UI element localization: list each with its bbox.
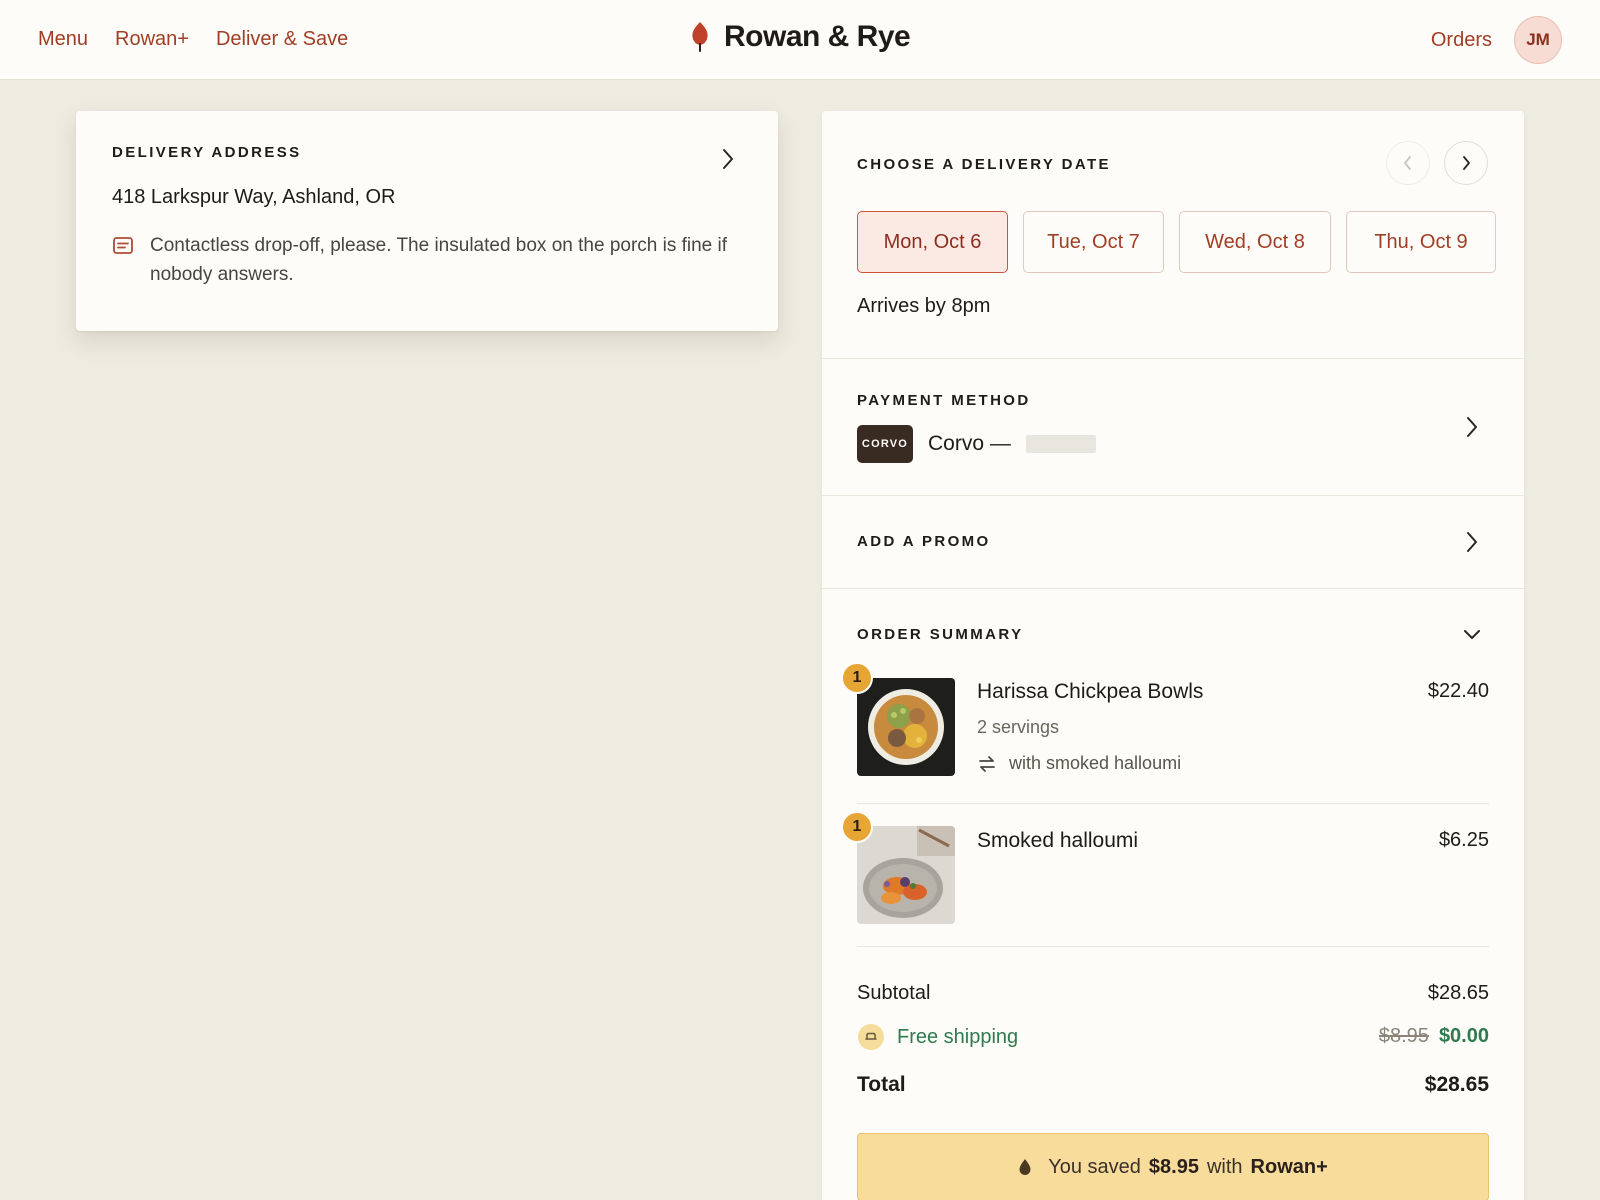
savings-program: Rowan+ [1250,1155,1328,1178]
item-servings: 2 servings [977,717,1060,737]
item-quantity-badge: 1 [841,662,873,694]
chevron-right-icon[interactable] [1464,530,1480,554]
leaf-logo-icon [692,22,708,52]
item-price: $6.25 [1438,829,1489,851]
promo-heading: Add a Promo [857,533,991,550]
item-quantity-badge: 1 [841,811,873,843]
top-navigation: Menu Rowan+ Deliver & Save Rowan & Rye O… [0,0,1600,80]
date-option-mon-oct-6[interactable]: Mon, Oct 6 [857,211,1008,273]
item-divider [857,946,1489,947]
shipping-price: $0.00 [1438,1025,1489,1047]
account-nav: Orders JM [1431,16,1562,64]
item-swap: with smoked halloumi [977,753,1181,774]
payment-method-heading: Payment Method [857,392,1031,409]
prev-dates-button[interactable] [1386,141,1430,185]
chevron-left-icon [1404,156,1411,170]
promo-section[interactable]: Add a Promo [822,496,1524,589]
chevron-down-icon[interactable] [1462,627,1482,643]
delivery-date-section: Choose a Delivery Date Mon, Oct 6 Tue, O… [822,111,1524,359]
payment-method-section[interactable]: Payment Method CORVO Corvo — [822,359,1524,496]
delivery-date-heading: Choose a Delivery Date [857,156,1111,173]
savings-prefix: You saved [1048,1155,1141,1178]
item-price: $22.40 [1427,680,1489,702]
total-value: $28.65 [1424,1073,1489,1096]
item-name: Harissa Chickpea Bowls [977,680,1204,703]
masked-card-number [1025,435,1096,453]
nav-orders-link[interactable]: Orders [1431,29,1492,52]
nav-rowan-plus-link[interactable]: Rowan+ [115,28,189,51]
swap-arrows-icon [979,755,995,772]
savings-banner: You saved $8.95 with Rowan+ [857,1133,1489,1200]
date-option-thu-oct-9[interactable]: Thu, Oct 9 [1346,211,1496,273]
user-avatar[interactable]: JM [1514,16,1562,64]
brand-name: Rowan & Rye [724,20,911,53]
delivery-address-heading: Delivery Address [112,144,302,161]
nav-deliver-save-link[interactable]: Deliver & Save [216,28,348,51]
item-name: Smoked halloumi [977,829,1139,852]
checkout-panel: Choose a Delivery Date Mon, Oct 6 Tue, O… [822,111,1524,1200]
shipping-original-price: $8.95 [1378,1025,1429,1047]
total-label: Total [857,1073,906,1096]
primary-nav: Menu Rowan+ Deliver & Save [38,0,348,78]
harissa-bowl-image [857,678,955,776]
chevron-right-icon [1463,156,1470,170]
chevron-right-icon[interactable] [1464,415,1480,439]
savings-middle: with [1206,1155,1243,1178]
item-divider [857,803,1489,804]
delivery-address-text: 418 Larkspur Way, Ashland, OR [112,186,396,208]
drop-icon [1019,1159,1031,1175]
smoked-halloumi-image [857,826,955,924]
delivery-note-text: Contactless drop-off, please. The insula… [150,235,728,285]
savings-amount: $8.95 [1148,1155,1199,1178]
nav-menu-link[interactable]: Menu [38,28,88,51]
message-note-icon [113,237,133,254]
shipping-badge-icon [858,1024,884,1050]
item-swap-text: with smoked halloumi [1009,753,1182,773]
shipping-value: $8.95 $0.00 [1379,1025,1489,1048]
order-summary-heading: Order Summary [857,626,1024,643]
card-brand-logo: CORVO [857,425,913,463]
date-option-wed-oct-8[interactable]: Wed, Oct 8 [1179,211,1331,273]
payment-card-label: Corvo — [928,432,1011,455]
subtotal-value: $28.65 [1427,982,1489,1004]
free-shipping-label: Free shipping [897,1025,1019,1048]
order-summary-section: Order Summary 1 Ha [822,589,1524,1200]
chevron-right-icon[interactable] [720,147,736,171]
brand-logo[interactable]: Rowan & Rye [690,20,911,54]
delivery-note: Contactless drop-off, please. The insula… [112,231,742,289]
next-dates-button[interactable] [1444,141,1488,185]
subtotal-label: Subtotal [857,982,931,1004]
date-option-tue-oct-7[interactable]: Tue, Oct 7 [1023,211,1164,273]
shipping-row: Free shipping [857,1023,1018,1051]
payment-card-row: CORVO Corvo — [857,425,1096,463]
delivery-address-card[interactable]: Delivery Address 418 Larkspur Way, Ashla… [76,111,778,331]
arrival-window: Arrives by 8pm [857,295,991,317]
